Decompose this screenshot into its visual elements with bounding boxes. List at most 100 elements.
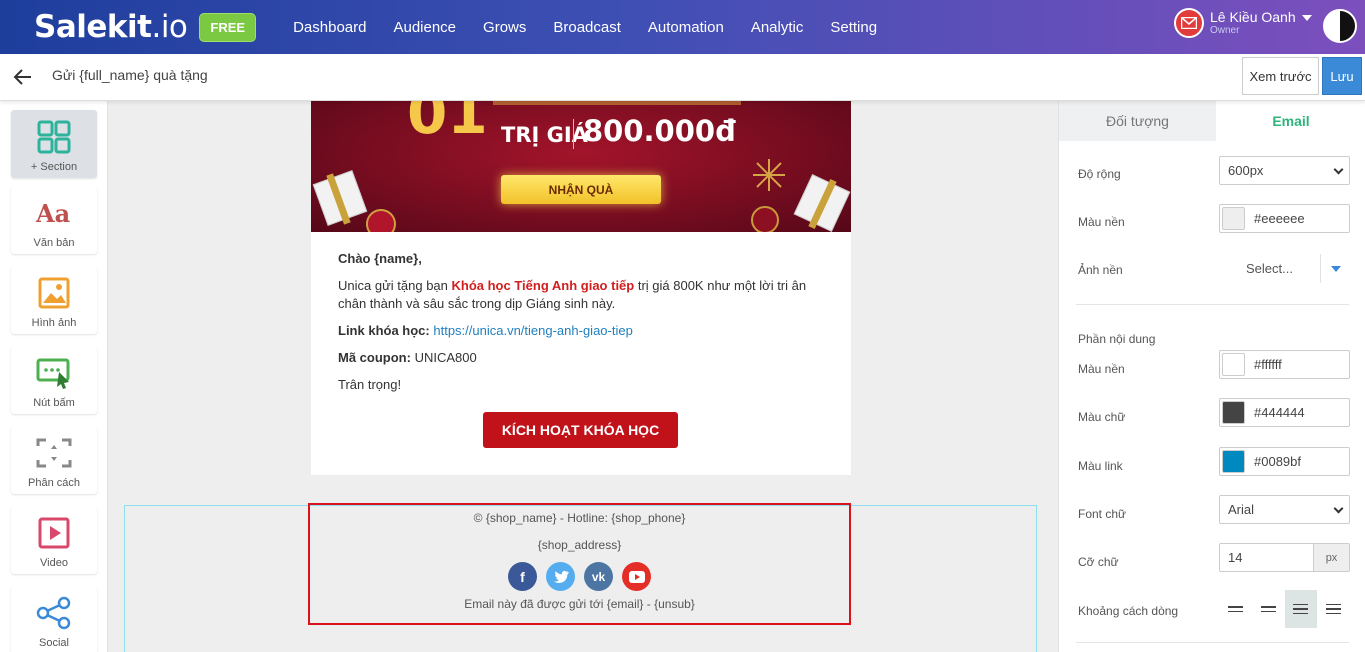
email-text-block[interactable]: Chào {name}, Unica gửi tặng bạn Khóa học… [338,250,828,403]
text-color-field[interactable]: #444444 [1219,398,1350,427]
activate-course-button[interactable]: KÍCH HOẠT KHÓA HỌC [483,412,678,448]
menu-setting[interactable]: Setting [830,19,877,36]
divider-icon [36,438,72,468]
email-content[interactable]: 01 TRỊ GIÁ 800.000đ NHẬN QUÀ Chào {name}… [311,101,851,475]
user-role: Owner [1210,25,1240,36]
bg-color-field[interactable]: #eeeeee [1219,204,1350,233]
color-swatch[interactable] [1222,450,1245,473]
line-height-relaxed-icon[interactable] [1284,590,1318,628]
salekit-logo[interactable]: Salekit.io [34,9,188,45]
mail-icon[interactable] [1174,8,1204,38]
user-menu[interactable]: Lê Kiều Oanh Owner [1174,8,1312,38]
menu-analytic[interactable]: Analytic [751,19,804,36]
menu-audience[interactable]: Audience [393,19,456,36]
text-aa-icon: Aa [35,199,70,228]
share-icon [36,596,71,630]
tool-image[interactable]: Hình ảnh [11,266,97,334]
tool-divider[interactable]: Phân cách [11,426,97,494]
width-select[interactable]: 600px [1219,156,1350,185]
back-arrow-icon[interactable] [12,66,34,88]
tool-video[interactable]: Video [11,506,97,574]
email-footer[interactable]: © {shop_name} - Hotline: {shop_phone} {s… [308,503,851,625]
banner-claim-button: NHẬN QUÀ [501,175,661,204]
avatar[interactable] [1323,9,1357,43]
banner-number: 01 [407,101,488,147]
editor-header: Gửi {full_name} quà tặng Xem trước Lưu [0,54,1365,101]
tool-label: Văn bản [33,237,75,249]
menu-grows[interactable]: Grows [483,19,526,36]
user-name: Lê Kiều Oanh [1210,9,1296,25]
color-swatch[interactable] [1222,353,1245,376]
tool-text[interactable]: Aa Văn bản [11,186,97,254]
content-section-title: Phần nội dung [1078,332,1156,346]
font-label: Font chữ [1078,507,1127,521]
color-swatch[interactable] [1222,401,1245,424]
content-bg-field[interactable]: #ffffff [1219,350,1350,379]
video-icon [38,517,70,549]
tool-label: Hình ảnh [31,317,77,329]
footer-unsubscribe: Email này đã được gửi tới {email} - {uns… [464,597,695,611]
footer-shop-info: © {shop_name} - Hotline: {shop_phone} [473,511,686,525]
tool-section[interactable]: + Section [11,110,97,178]
tool-label: Social [39,637,69,649]
tool-button[interactable]: Nút bấm [11,346,97,414]
tool-label: Video [40,557,68,569]
tool-label: Nút bấm [33,397,75,409]
text-color-label: Màu chữ [1078,410,1126,424]
facebook-icon[interactable]: f [508,562,537,591]
color-swatch[interactable] [1222,207,1245,230]
svg-text:Aa: Aa [35,199,70,228]
signoff: Trân trọng! [338,377,402,392]
line-height-compact-icon[interactable] [1219,590,1252,628]
ornament-decoration [366,209,396,232]
tool-social[interactable]: Social [11,586,97,652]
bg-image-label: Ảnh nền [1078,263,1123,277]
tab-email[interactable]: Email [1216,101,1365,141]
youtube-icon[interactable] [622,562,651,591]
chevron-down-icon[interactable] [1301,15,1312,21]
line-height-label: Khoảng cách dòng [1078,604,1179,618]
tab-object[interactable]: Đối tượng [1059,101,1216,141]
course-highlight: Khóa học Tiếng Anh giao tiếp [451,278,635,293]
bg-image-select[interactable]: Select... [1219,254,1350,283]
font-select[interactable]: Arial [1219,495,1350,524]
line-height-options [1219,590,1350,628]
plan-badge: FREE [199,12,257,42]
menu-dashboard[interactable]: Dashboard [293,19,366,36]
course-link[interactable]: https://unica.vn/tieng-anh-giao-tiep [433,323,632,338]
tool-label: Phân cách [28,477,80,489]
link-label: Link khóa học: [338,323,430,338]
promo-banner-image[interactable]: 01 TRỊ GIÁ 800.000đ NHẬN QUÀ [311,101,851,232]
caret-down-icon [1330,265,1341,272]
width-label: Độ rộng [1078,167,1121,181]
coupon-code: UNICA800 [414,350,477,365]
twitter-icon[interactable] [546,562,575,591]
settings-panel: Đối tượng Email Độ rộng 600px Màu nền #e… [1058,101,1365,652]
menu-automation[interactable]: Automation [648,19,724,36]
ornament-decoration [751,206,779,232]
chevron-down-icon [1333,164,1344,175]
greeting: Chào {name}, [338,251,422,266]
tool-label: + Section [30,161,78,173]
font-size-input[interactable]: 14 px [1219,543,1350,572]
bg-color-label: Màu nền [1078,215,1125,229]
line-height-normal-icon[interactable] [1252,590,1285,628]
preview-button[interactable]: Xem trước [1242,57,1319,95]
campaign-title[interactable]: Gửi {full_name} quà tặng [52,67,208,83]
content-bg-label: Màu nền [1078,362,1125,376]
banner-price-label: TRỊ GIÁ [501,123,588,147]
button-cursor-icon [36,358,70,389]
chevron-down-icon [1333,503,1344,514]
panel-tabs: Đối tượng Email [1059,101,1365,141]
font-size-label: Cỡ chữ [1078,555,1119,569]
block-toolbar: + Section Aa Văn bản Hình ảnh Nút bấm Ph… [0,101,108,652]
email-canvas: 01 TRỊ GIÁ 800.000đ NHẬN QUÀ Chào {name}… [108,101,1058,652]
image-icon [38,277,70,309]
line-height-loose-icon[interactable] [1317,590,1350,628]
link-color-field[interactable]: #0089bf [1219,447,1350,476]
social-icons: f vk [310,562,849,591]
menu-broadcast[interactable]: Broadcast [553,19,621,36]
save-button[interactable]: Lưu [1322,57,1362,95]
coupon-label: Mã coupon: [338,350,411,365]
vk-icon[interactable]: vk [584,562,613,591]
